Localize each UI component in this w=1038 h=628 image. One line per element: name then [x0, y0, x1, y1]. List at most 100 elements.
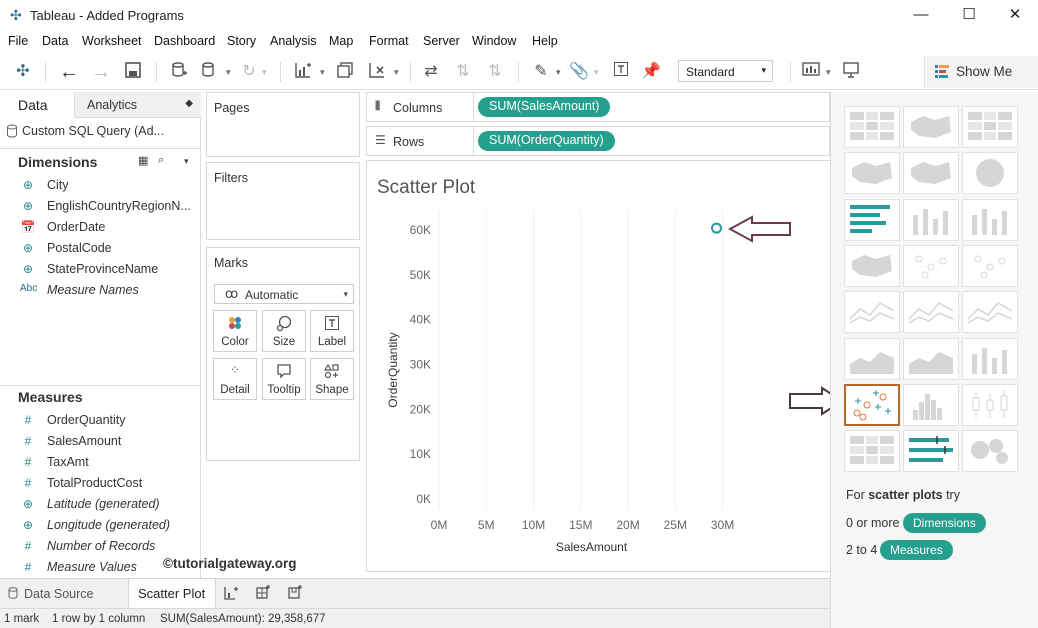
chevron-down-icon[interactable]: ▾ — [826, 61, 831, 83]
side-by-side-bars-thumb[interactable] — [962, 198, 1018, 241]
datasource-item[interactable]: Custom SQL Query (Ad... — [22, 124, 164, 138]
field-item[interactable]: TotalProductCost — [47, 476, 142, 490]
highlight-table-thumb[interactable] — [962, 106, 1018, 148]
discrete-lines-thumb[interactable] — [903, 291, 959, 334]
menu-worksheet[interactable]: Worksheet — [82, 34, 142, 48]
menu-data[interactable]: Data — [42, 34, 68, 48]
new-data-source-icon[interactable] — [168, 61, 190, 83]
dual-combination-thumb[interactable] — [962, 337, 1018, 380]
menu-format[interactable]: Format — [369, 34, 409, 48]
label-button[interactable]: Label — [310, 310, 354, 352]
heat-map-thumb[interactable] — [903, 106, 959, 148]
field-item[interactable]: StateProvinceName — [47, 262, 158, 276]
chevron-down-icon[interactable]: ▾ — [184, 156, 189, 167]
new-dashboard-icon[interactable] — [254, 585, 272, 603]
field-item[interactable]: Measure Names — [47, 283, 139, 297]
stacked-bars-thumb[interactable] — [903, 198, 959, 241]
field-item[interactable]: EnglishCountryRegionN... — [47, 199, 191, 213]
fit-select[interactable]: Standard ▾ — [678, 60, 773, 82]
menu-analysis[interactable]: Analysis — [270, 34, 317, 48]
field-item[interactable]: City — [47, 178, 69, 192]
view-grid-icon[interactable]: ▦ — [138, 154, 148, 167]
tab-scatter-plot[interactable]: Scatter Plot — [128, 579, 216, 609]
field-item[interactable]: TaxAmt — [47, 455, 89, 469]
symbol-map-thumb[interactable] — [844, 152, 900, 195]
new-worksheet-icon[interactable] — [292, 61, 314, 83]
color-button[interactable]: Color — [213, 310, 257, 352]
menu-file[interactable]: File — [8, 34, 28, 48]
swap-rows-columns-icon[interactable]: ⇄ — [420, 61, 442, 83]
side-by-side-circles-thumb[interactable] — [962, 244, 1018, 287]
pages-card[interactable]: Pages — [206, 92, 360, 157]
highlight-icon[interactable]: ✎ — [530, 61, 552, 83]
continuous-lines-thumb[interactable] — [844, 291, 900, 334]
field-item[interactable]: Latitude (generated) — [47, 497, 160, 511]
chevron-down-icon[interactable]: ▾ — [594, 61, 599, 83]
gantt-chart-thumb[interactable] — [844, 430, 900, 473]
pin-axes-icon[interactable]: 📌 — [640, 61, 662, 83]
presentation-mode-icon[interactable] — [840, 61, 862, 83]
menu-server[interactable]: Server — [423, 34, 460, 48]
chevron-down-icon[interactable]: ▾ — [226, 61, 231, 83]
menu-dashboard[interactable]: Dashboard — [154, 34, 215, 48]
tooltip-button[interactable]: Tooltip — [262, 358, 306, 400]
mark-type-select[interactable]: ꝏ Automatic ▾ — [214, 284, 354, 304]
filters-card[interactable]: Filters — [206, 162, 360, 240]
field-item[interactable]: OrderQuantity — [47, 413, 126, 427]
tab-analytics[interactable]: Analytics ◆ — [74, 92, 201, 118]
field-item[interactable]: Longitude (generated) — [47, 518, 170, 532]
field-item[interactable]: SalesAmount — [47, 434, 121, 448]
bullet-graph-thumb[interactable] — [903, 430, 959, 473]
menu-map[interactable]: Map — [329, 34, 353, 48]
tab-data[interactable]: Data — [0, 92, 74, 118]
minimize-button[interactable]: — — [898, 4, 944, 26]
horizontal-bars-thumb[interactable] — [844, 198, 900, 241]
maximize-button[interactable]: ☐ — [946, 4, 992, 26]
field-item[interactable]: Number of Records — [47, 539, 155, 553]
columns-shelf[interactable]: ⦀ Columns SUM(SalesAmount) — [366, 92, 830, 122]
menu-story[interactable]: Story — [227, 34, 256, 48]
detail-button[interactable]: ⁘ Detail — [213, 358, 257, 400]
chevron-down-icon[interactable]: ▾ — [262, 61, 267, 83]
treemap-thumb[interactable] — [844, 244, 900, 287]
chevron-down-icon[interactable]: ▾ — [320, 61, 325, 83]
sort-descending-icon[interactable]: ⇅ — [484, 61, 506, 83]
redo-icon[interactable]: → — [90, 61, 112, 83]
shape-button[interactable]: Shape — [310, 358, 354, 400]
area-continuous-thumb[interactable] — [844, 337, 900, 380]
box-whisker-thumb[interactable] — [962, 383, 1018, 426]
show-cards-icon[interactable] — [800, 61, 822, 83]
size-button[interactable]: Size — [262, 310, 306, 352]
new-worksheet-icon[interactable] — [222, 585, 240, 603]
menu-help[interactable]: Help — [532, 34, 558, 48]
packed-bubbles-thumb[interactable] — [962, 430, 1018, 473]
refresh-icon[interactable]: ↻ — [238, 61, 260, 83]
undo-icon[interactable]: ← — [58, 61, 80, 83]
columns-pill[interactable]: SUM(SalesAmount) — [478, 97, 611, 117]
show-me-button[interactable]: Show Me — [924, 56, 1038, 88]
dual-lines-thumb[interactable] — [962, 291, 1018, 334]
menu-window[interactable]: Window — [472, 34, 516, 48]
field-item[interactable]: PostalCode — [47, 241, 112, 255]
sort-icon[interactable]: ◆ — [185, 98, 193, 109]
rows-shelf[interactable]: ☰ Rows SUM(OrderQuantity) — [366, 126, 830, 156]
group-members-icon[interactable]: 📎 — [568, 61, 590, 83]
duplicate-sheet-icon[interactable] — [334, 61, 356, 83]
scatter-plot-thumb[interactable] — [844, 383, 900, 426]
histogram-thumb[interactable] — [903, 383, 959, 426]
sort-ascending-icon[interactable]: ⇅ — [452, 61, 474, 83]
search-icon[interactable]: ⌕ — [158, 154, 164, 167]
save-icon[interactable] — [122, 61, 144, 83]
circle-views-thumb[interactable] — [903, 244, 959, 287]
text-table-thumb[interactable] — [844, 106, 900, 148]
close-button[interactable]: ✕ — [992, 4, 1038, 26]
chevron-down-icon[interactable]: ▾ — [394, 61, 399, 83]
clear-sheet-icon[interactable] — [366, 61, 388, 83]
area-discrete-thumb[interactable] — [903, 337, 959, 380]
tab-data-source[interactable]: Data Source — [0, 579, 128, 609]
new-story-icon[interactable] — [286, 585, 304, 603]
tableau-home-icon[interactable]: ✣ — [12, 61, 34, 83]
show-mark-labels-icon[interactable] — [610, 61, 632, 83]
filled-map-thumb[interactable] — [903, 152, 959, 195]
rows-pill[interactable]: SUM(OrderQuantity) — [478, 131, 615, 151]
